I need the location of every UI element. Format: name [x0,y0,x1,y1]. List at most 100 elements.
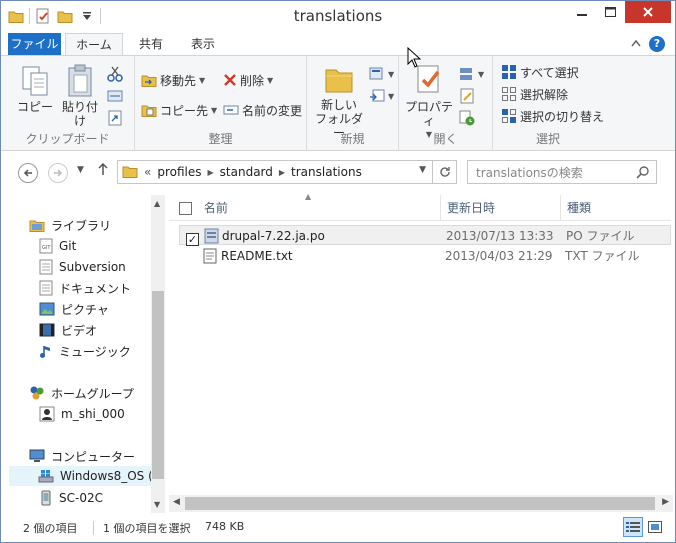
nav-item-user[interactable]: m_shi_000 [39,404,125,424]
new-folder-button[interactable]: 新しい フォルダー [313,64,365,140]
file-list-scrollbar[interactable]: ◀ ▶ [169,495,673,512]
tab-share[interactable]: 共有 [129,33,173,55]
row-checkbox[interactable]: ✓ [186,229,199,246]
file-type: PO ファイル [566,229,635,243]
delete-label: 削除 [240,73,265,88]
select-all-checkbox[interactable] [179,202,192,215]
move-folder-icon [141,75,157,87]
select-all-icon [502,65,516,79]
selection-count: 1 個の項目を選択 [103,522,191,535]
chevron-right-icon[interactable]: ▶ [277,168,287,177]
chevron-right-icon[interactable]: ▶ [206,168,216,177]
minimize-button[interactable] [569,1,595,23]
search-icon [636,166,649,179]
tab-view[interactable]: 表示 [181,33,225,55]
column-header-type[interactable]: 種類 [561,195,671,221]
breadcrumb-overflow[interactable]: « [142,165,153,179]
navigation-pane-scrollbar[interactable]: ▲ ▼ [151,195,165,513]
nav-item-subversion[interactable]: Subversion [39,257,126,277]
details-view-button[interactable] [623,517,643,537]
large-icons-view-icon [648,521,662,533]
file-name: drupal-7.22.ja.po [222,229,325,243]
nav-library-label: ライブラリ [51,218,112,233]
forward-button[interactable] [48,163,68,183]
tab-file[interactable]: ファイル [8,33,61,55]
rename-button[interactable]: 名前の変更 [223,100,302,120]
nav-item-videos[interactable]: ビデオ [39,320,97,340]
column-date-label: 更新日時 [447,201,496,215]
back-button[interactable] [18,163,38,183]
nav-library[interactable]: ライブラリ [29,215,111,235]
paste-shortcut-button[interactable] [107,108,123,128]
nav-item-documents[interactable]: ドキュメント [39,278,131,298]
new-folder-icon [325,69,353,93]
open-icon [460,68,472,80]
move-to-button[interactable]: 移動先 ▼ [141,70,205,90]
group-label: クリップボード [25,132,110,146]
tab-home[interactable]: ホーム [65,33,123,56]
select-none-button[interactable]: 選択解除 [501,84,568,104]
group-label: 開く [433,132,458,146]
po-file-icon [204,228,220,244]
nav-item-label: ピクチャ [61,302,109,317]
copy-button[interactable]: コピー [15,64,55,114]
address-dropdown-icon[interactable]: ▼ [419,165,426,175]
breadcrumb-standard[interactable]: standard [216,165,277,179]
new-item-button[interactable]: ▼ [369,64,394,84]
scroll-left-icon[interactable]: ◀ [173,497,180,507]
scrollbar-thumb[interactable] [152,291,164,479]
help-icon[interactable]: ? [649,36,665,52]
delete-button[interactable]: 削除 ▼ [223,70,273,90]
scrollbar-thumb[interactable] [185,497,655,510]
easy-access-button[interactable]: ▼ [369,86,394,106]
column-header-date[interactable]: 更新日時 [441,195,561,221]
ribbon-tabs: ファイル ホーム 共有 表示 ? [1,33,675,56]
nav-item-git[interactable]: GIT Git [39,236,76,256]
up-button[interactable] [97,162,109,180]
homegroup-icon [30,386,44,400]
select-none-label: 選択解除 [520,87,569,102]
collapse-ribbon-icon[interactable] [631,37,641,50]
dropdown-arrow-icon: ▼ [199,75,206,85]
nav-item-label: Subversion [59,260,126,274]
address-bar[interactable]: « profiles ▶ standard ▶ translations ▼ [117,160,457,184]
group-open: プロパティ ▼ ▼ 開く [399,56,493,151]
copy-to-button[interactable]: コピー先 ▼ [141,100,217,120]
nav-computer[interactable]: コンピューター [29,446,135,466]
invert-selection-label: 選択の切り替え [520,109,605,124]
videos-icon [39,323,55,337]
large-icons-view-button[interactable] [645,517,665,537]
nav-item-music[interactable]: ミュージック [39,341,131,361]
history-button[interactable] [459,108,475,128]
breadcrumb-profiles[interactable]: profiles [153,165,205,179]
search-input[interactable]: translationsの検索 [467,160,657,184]
user-icon [39,406,55,422]
back-arrow-icon [23,169,32,177]
select-all-label: すべて選択 [520,65,579,80]
nav-item-windows-drive[interactable]: Windows8_OS ( [9,466,157,486]
recent-locations-dropdown[interactable]: ▼ [77,165,84,175]
copy-path-button[interactable] [107,86,123,106]
breadcrumb-translations[interactable]: translations [287,165,366,179]
maximize-button[interactable] [597,1,623,23]
refresh-button[interactable] [432,161,456,183]
nav-homegroup[interactable]: ホームグループ [29,383,134,403]
scroll-down-icon[interactable]: ▼ [154,500,160,509]
table-row[interactable]: ✓ drupal-7.22.ja.po 2013/07/13 13:33 PO … [179,225,671,246]
nav-item-pictures[interactable]: ピクチャ [39,299,109,319]
close-button[interactable] [625,1,671,23]
nav-item-device[interactable]: SC-02C [39,488,103,508]
copy-label: コピー [16,100,53,114]
invert-selection-button[interactable]: 選択の切り替え [501,106,604,126]
select-all-button[interactable]: すべて選択 [501,62,579,82]
rename-label: 名前の変更 [242,103,303,118]
scroll-up-icon[interactable]: ▲ [154,199,160,208]
cut-button[interactable] [107,64,123,84]
open-button[interactable]: ▼ [459,64,484,84]
paste-button[interactable]: 貼り付け [57,64,103,128]
edit-button[interactable] [459,86,475,106]
scroll-right-icon[interactable]: ▶ [662,497,669,507]
select-none-icon [502,87,516,101]
table-row[interactable]: README.txt 2013/04/03 21:29 TXT ファイル [179,246,671,266]
ribbon-home: コピー 貼り付け クリップボード 移動先 ▼ コピー先 ▼ 削除 ▼ 名前の変更… [1,55,675,151]
